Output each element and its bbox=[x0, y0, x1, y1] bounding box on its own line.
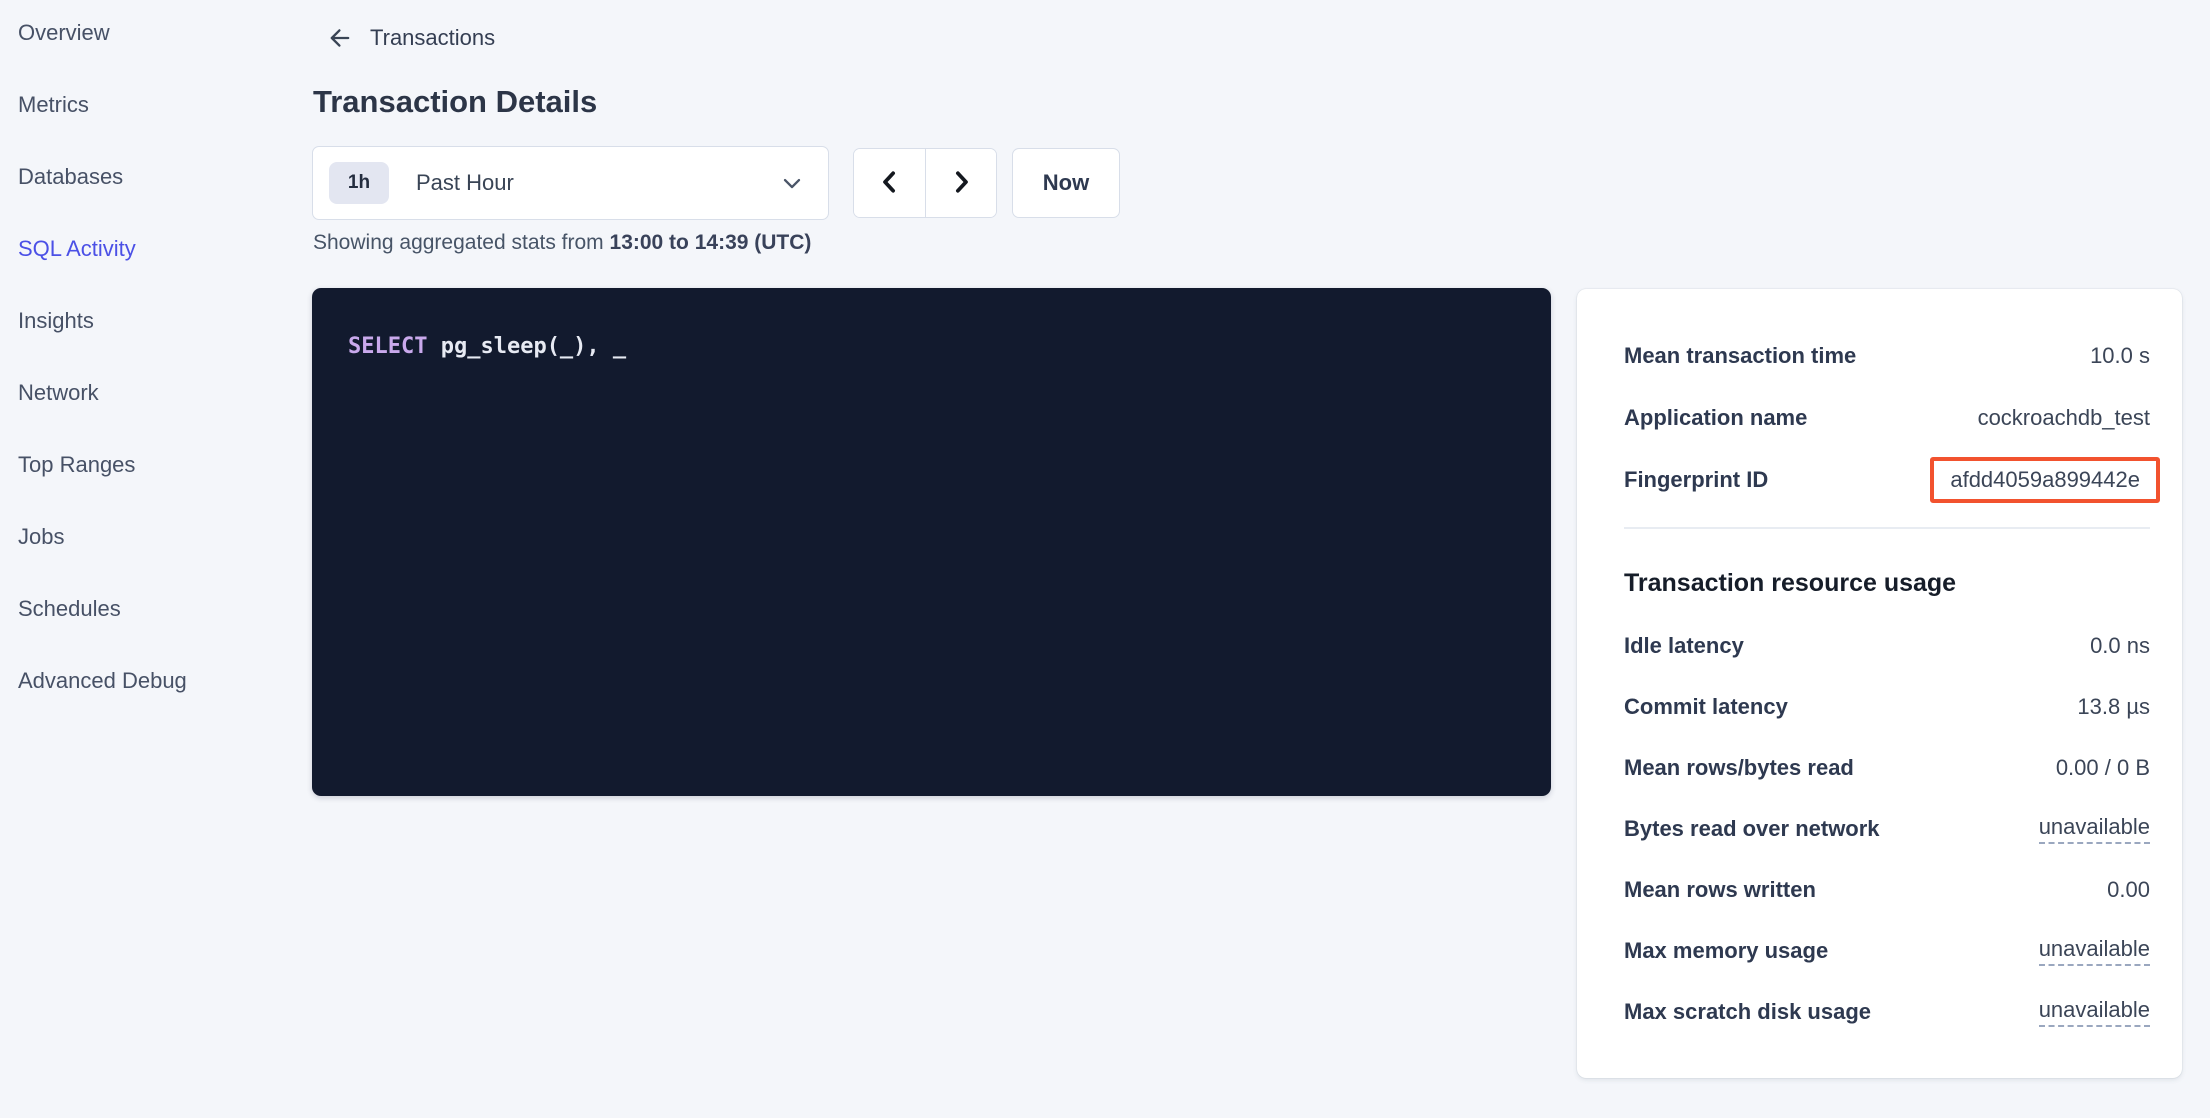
detail-label: Mean rows/bytes read bbox=[1624, 755, 1854, 781]
sidebar: Overview Metrics Databases SQL Activity … bbox=[0, 0, 310, 717]
time-step-group bbox=[853, 148, 997, 218]
now-button[interactable]: Now bbox=[1012, 148, 1120, 218]
transaction-details-card: Mean transaction time 10.0 s Application… bbox=[1577, 289, 2182, 1078]
chevron-down-icon bbox=[778, 169, 806, 197]
detail-value-unavailable: unavailable bbox=[2039, 936, 2150, 966]
breadcrumb-label: Transactions bbox=[370, 25, 495, 51]
sidebar-item-sql-activity[interactable]: SQL Activity bbox=[0, 213, 310, 285]
time-range-badge: 1h bbox=[329, 162, 389, 204]
time-range-dropdown[interactable]: 1h Past Hour bbox=[312, 146, 829, 220]
sidebar-item-databases[interactable]: Databases bbox=[0, 141, 310, 213]
fingerprint-id-highlight-box: afdd4059a899442e bbox=[1930, 457, 2160, 503]
detail-row-commit-latency: Commit latency 13.8 µs bbox=[1624, 676, 2150, 737]
sidebar-item-advanced-debug[interactable]: Advanced Debug bbox=[0, 645, 310, 717]
next-interval-button[interactable] bbox=[925, 149, 996, 217]
detail-label: Bytes read over network bbox=[1624, 816, 1880, 842]
detail-row-mean-rows-bytes-read: Mean rows/bytes read 0.00 / 0 B bbox=[1624, 737, 2150, 798]
detail-row-idle-latency: Idle latency 0.0 ns bbox=[1624, 615, 2150, 676]
detail-value: 0.00 bbox=[2107, 877, 2150, 903]
detail-row-fingerprint-id: Fingerprint ID afdd4059a899442e bbox=[1624, 449, 2150, 511]
stats-caption: Showing aggregated stats from 13:00 to 1… bbox=[313, 231, 811, 255]
card-divider bbox=[1624, 527, 2150, 529]
back-arrow-icon bbox=[326, 24, 354, 52]
detail-value: 13.8 µs bbox=[2077, 694, 2150, 720]
detail-value: 0.0 ns bbox=[2090, 633, 2150, 659]
detail-row-application-name: Application name cockroachdb_test bbox=[1624, 387, 2150, 449]
detail-value: cockroachdb_test bbox=[1978, 405, 2150, 431]
sql-keyword: SELECT bbox=[348, 334, 427, 359]
sidebar-item-schedules[interactable]: Schedules bbox=[0, 573, 310, 645]
detail-row-mean-transaction-time: Mean transaction time 10.0 s bbox=[1624, 325, 2150, 387]
stats-caption-range: 13:00 to 14:39 (UTC) bbox=[610, 231, 812, 254]
time-range-label: Past Hour bbox=[416, 170, 514, 196]
detail-row-max-memory-usage: Max memory usage unavailable bbox=[1624, 920, 2150, 981]
detail-label: Commit latency bbox=[1624, 694, 1788, 720]
detail-label: Mean transaction time bbox=[1624, 343, 1856, 369]
sidebar-item-overview[interactable]: Overview bbox=[0, 0, 310, 69]
chevron-right-icon bbox=[946, 167, 976, 200]
detail-label: Fingerprint ID bbox=[1624, 467, 1768, 493]
detail-row-mean-rows-written: Mean rows written 0.00 bbox=[1624, 859, 2150, 920]
detail-row-bytes-read-over-network: Bytes read over network unavailable bbox=[1624, 798, 2150, 859]
detail-label: Idle latency bbox=[1624, 633, 1744, 659]
detail-row-max-scratch-disk-usage: Max scratch disk usage unavailable bbox=[1624, 981, 2150, 1042]
sidebar-item-insights[interactable]: Insights bbox=[0, 285, 310, 357]
sidebar-item-jobs[interactable]: Jobs bbox=[0, 501, 310, 573]
time-controls: 1h Past Hour Now bbox=[312, 146, 1120, 220]
detail-value: 10.0 s bbox=[2090, 343, 2150, 369]
detail-value-unavailable: unavailable bbox=[2039, 814, 2150, 844]
sql-statement-box: SELECT pg_sleep(_), _ bbox=[312, 288, 1551, 796]
detail-label: Max memory usage bbox=[1624, 938, 1828, 964]
detail-label: Application name bbox=[1624, 405, 1807, 431]
previous-interval-button[interactable] bbox=[854, 149, 925, 217]
resource-usage-section-title: Transaction resource usage bbox=[1624, 567, 2150, 599]
page-title: Transaction Details bbox=[313, 84, 597, 120]
sql-statement: SELECT pg_sleep(_), _ bbox=[348, 332, 1515, 362]
stats-caption-prefix: Showing aggregated stats from bbox=[313, 231, 610, 254]
resource-usage-rows: Idle latency 0.0 ns Commit latency 13.8 … bbox=[1624, 615, 2150, 1042]
detail-value-unavailable: unavailable bbox=[2039, 997, 2150, 1027]
detail-label: Mean rows written bbox=[1624, 877, 1816, 903]
sidebar-item-metrics[interactable]: Metrics bbox=[0, 69, 310, 141]
sidebar-item-network[interactable]: Network bbox=[0, 357, 310, 429]
detail-label: Max scratch disk usage bbox=[1624, 999, 1871, 1025]
chevron-left-icon bbox=[875, 167, 905, 200]
sidebar-item-top-ranges[interactable]: Top Ranges bbox=[0, 429, 310, 501]
breadcrumb[interactable]: Transactions bbox=[326, 24, 495, 52]
sql-statement-rest: pg_sleep(_), _ bbox=[427, 334, 626, 359]
detail-value: 0.00 / 0 B bbox=[2056, 755, 2150, 781]
